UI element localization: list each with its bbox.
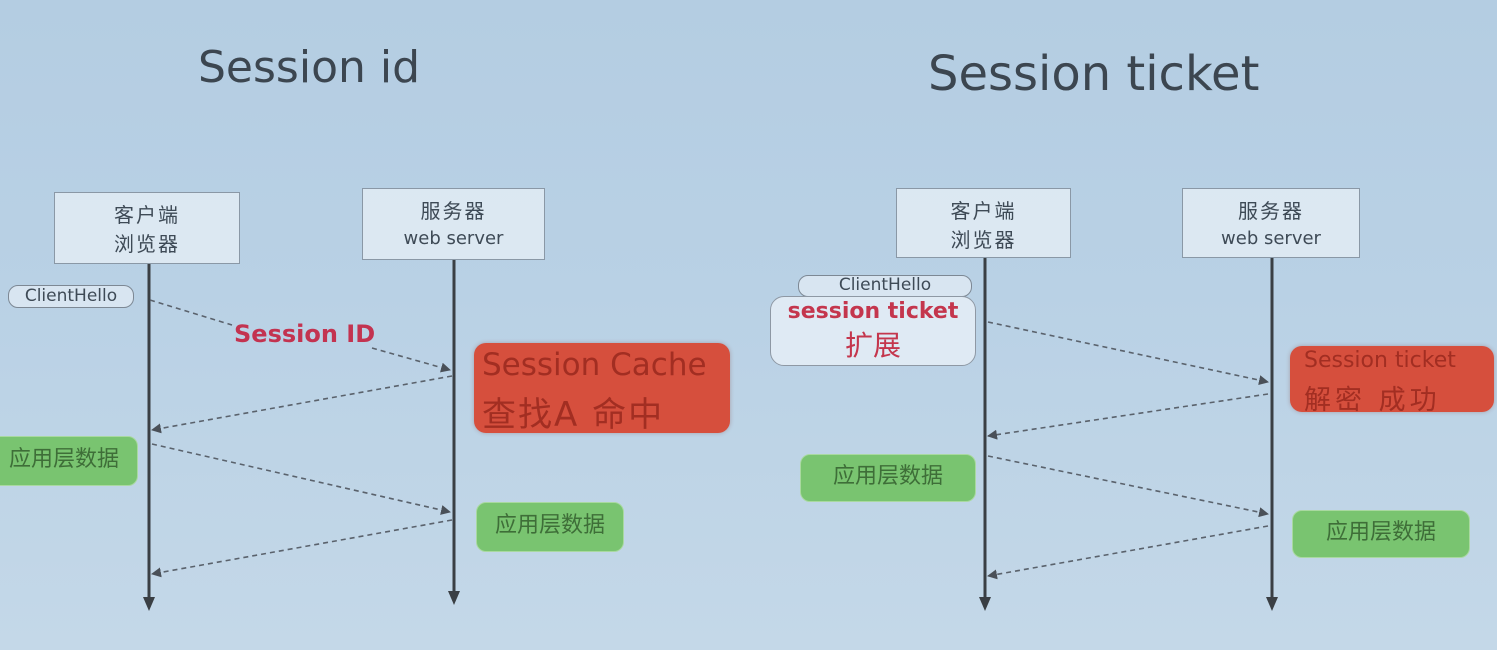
app-data-server-right: 应用层数据	[1292, 510, 1470, 558]
message-serverhello-left	[151, 375, 453, 434]
actor-server-left-line1: 服务器	[420, 199, 487, 223]
clienthello-label-right: ClientHello	[798, 275, 972, 297]
message-appdata-to-server-right	[987, 455, 1269, 518]
actor-client-right-line1: 客户端	[950, 199, 1017, 223]
actor-server-right-line1: 服务器	[1238, 199, 1304, 223]
session-ticket-decrypt-box: Session ticket 解密 成功	[1290, 346, 1494, 416]
session-cache-box-line1: Session Cache	[482, 347, 707, 383]
message-appdata-to-client-right	[987, 525, 1269, 580]
message-serverhello-right	[987, 393, 1269, 440]
title-session-ticket: Session ticket	[928, 46, 1260, 102]
session-ticket-extension-line2: 扩展	[844, 329, 901, 362]
actor-server-right: 服务器 web server	[1182, 188, 1360, 258]
actor-client-right-line2: 浏览器	[950, 228, 1017, 252]
session-cache-box: Session Cache 查找A 命中	[474, 343, 730, 435]
session-ticket-extension-line1: session ticket	[787, 299, 959, 324]
actor-client-left-line1: 客户端	[114, 203, 180, 227]
clienthello-label-left: ClientHello	[8, 285, 134, 308]
session-ticket-decrypt-line1: Session ticket	[1304, 348, 1456, 373]
actor-client-right: 客户端 浏览器	[896, 188, 1071, 258]
actor-client-left-line2: 浏览器	[114, 232, 180, 256]
session-ticket-decrypt-line2: 解密 成功	[1304, 385, 1441, 416]
session-ticket-extension-box: session ticket 扩展	[770, 296, 976, 366]
message-clienthello-left	[149, 299, 233, 326]
actor-server-left: 服务器 web server	[362, 188, 545, 260]
message-appdata-to-client-left	[151, 519, 453, 578]
app-data-client-right: 应用层数据	[800, 454, 976, 502]
app-data-server-left: 应用层数据	[476, 502, 624, 552]
title-session-id: Session id	[198, 42, 421, 93]
app-data-client-left: 应用层数据	[0, 436, 138, 486]
message-ticket-to-server-right	[987, 321, 1269, 386]
session-id-label: Session ID	[234, 320, 376, 348]
message-appdata-to-server-left	[151, 443, 451, 515]
message-sessionid-left	[371, 347, 451, 373]
actor-server-left-line2: web server	[403, 228, 504, 249]
actor-client-left: 客户端 浏览器	[54, 192, 240, 264]
actor-server-right-line2: web server	[1221, 228, 1321, 249]
session-cache-box-line2: 查找A 命中	[482, 395, 665, 435]
arrows-layer	[143, 258, 1278, 611]
